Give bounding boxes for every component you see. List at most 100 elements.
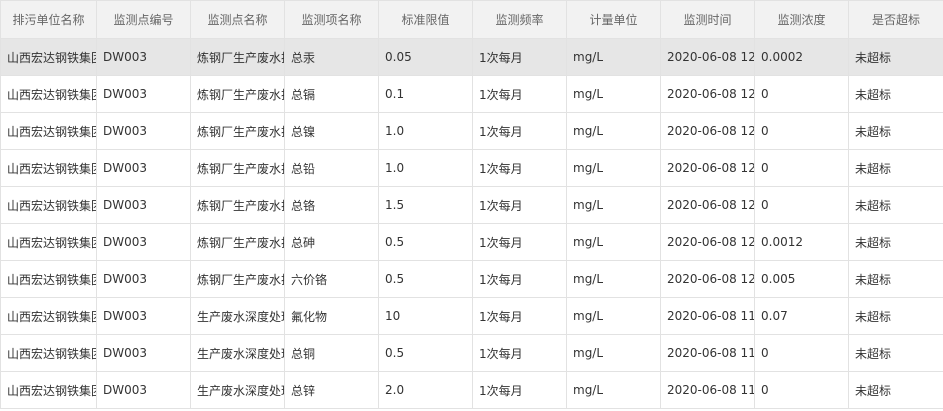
frequency-cell: 1次每月: [472, 260, 567, 298]
point-code-cell: DW003: [96, 75, 191, 113]
table-row[interactable]: 山西宏达钢铁集团 DW003 生产废水深度处理 总铜 0.5 1次每月 mg/L 2020-0…: [0, 334, 943, 372]
monitor-time-cell: 2020-06-08 12:00: [660, 260, 755, 298]
concentration-cell: 0: [754, 371, 849, 409]
point-code-cell: DW003: [96, 334, 191, 372]
monitor-time-cell: 2020-06-08 11:00: [660, 297, 755, 335]
item-name-cell: 总汞: [284, 38, 379, 76]
item-name-cell: 总铜: [284, 334, 379, 372]
col-header-item-name[interactable]: 监测项名称: [284, 0, 379, 39]
frequency-cell: 1次每月: [472, 334, 567, 372]
point-name-cell: 生产废水深度处理: [190, 297, 285, 335]
monitoring-data-table: 排污单位名称 监测点编号 监测点名称 监测项名称 标准限值 监测频率 计量单位 …: [0, 0, 943, 409]
item-name-cell: 总铬: [284, 186, 379, 224]
company-cell: 山西宏达钢铁集团: [0, 297, 97, 335]
concentration-cell: 0: [754, 75, 849, 113]
point-name-cell: 炼钢厂生产废水排: [190, 112, 285, 150]
frequency-cell: 1次每月: [472, 75, 567, 113]
monitor-time-cell: 2020-06-08 12:00: [660, 149, 755, 187]
point-code-cell: DW003: [96, 297, 191, 335]
exceeded-cell: 未超标: [848, 75, 943, 113]
company-cell: 山西宏达钢铁集团: [0, 186, 97, 224]
company-cell: 山西宏达钢铁集团: [0, 260, 97, 298]
exceeded-cell: 未超标: [848, 149, 943, 187]
exceeded-cell: 未超标: [848, 186, 943, 224]
col-header-company[interactable]: 排污单位名称: [0, 0, 97, 39]
unit-cell: mg/L: [566, 75, 661, 113]
point-name-cell: 炼钢厂生产废水排: [190, 223, 285, 261]
col-header-point-name[interactable]: 监测点名称: [190, 0, 285, 39]
monitor-time-cell: 2020-06-08 12:00: [660, 186, 755, 224]
table-body: 山西宏达钢铁集团 DW003 炼钢厂生产废水排 总汞 0.05 1次每月 mg/L 2020-…: [0, 38, 943, 409]
point-name-cell: 炼钢厂生产废水排: [190, 260, 285, 298]
table-row[interactable]: 山西宏达钢铁集团 DW003 炼钢厂生产废水排 总铬 1.5 1次每月 mg/L 2020-0…: [0, 186, 943, 224]
table-row[interactable]: 山西宏达钢铁集团 DW003 炼钢厂生产废水排 总汞 0.05 1次每月 mg/L 2020-…: [0, 38, 943, 76]
concentration-cell: 0.0002: [754, 38, 849, 76]
exceeded-cell: 未超标: [848, 223, 943, 261]
concentration-cell: 0.0012: [754, 223, 849, 261]
col-header-standard-limit[interactable]: 标准限值: [378, 0, 473, 39]
table-row[interactable]: 山西宏达钢铁集团 DW003 生产废水深度处理 氟化物 10 1次每月 mg/L 2020-0…: [0, 297, 943, 335]
item-name-cell: 总砷: [284, 223, 379, 261]
standard-limit-cell: 0.5: [378, 260, 473, 298]
company-cell: 山西宏达钢铁集团: [0, 371, 97, 409]
table-row[interactable]: 山西宏达钢铁集团 DW003 炼钢厂生产废水排 六价铬 0.5 1次每月 mg/L 2020-…: [0, 260, 943, 298]
point-code-cell: DW003: [96, 186, 191, 224]
exceeded-cell: 未超标: [848, 334, 943, 372]
item-name-cell: 总镍: [284, 112, 379, 150]
point-name-cell: 生产废水深度处理: [190, 334, 285, 372]
concentration-cell: 0: [754, 149, 849, 187]
company-cell: 山西宏达钢铁集团: [0, 149, 97, 187]
col-header-monitor-time[interactable]: 监测时间: [660, 0, 755, 39]
table-row[interactable]: 山西宏达钢铁集团 DW003 生产废水深度处理 总锌 2.0 1次每月 mg/L 2020-0…: [0, 371, 943, 409]
point-name-cell: 炼钢厂生产废水排: [190, 186, 285, 224]
header-row: 排污单位名称 监测点编号 监测点名称 监测项名称 标准限值 监测频率 计量单位 …: [0, 0, 943, 39]
exceeded-cell: 未超标: [848, 112, 943, 150]
item-name-cell: 总锌: [284, 371, 379, 409]
concentration-cell: 0.005: [754, 260, 849, 298]
standard-limit-cell: 10: [378, 297, 473, 335]
table-header: 排污单位名称 监测点编号 监测点名称 监测项名称 标准限值 监测频率 计量单位 …: [0, 0, 943, 39]
col-header-point-code[interactable]: 监测点编号: [96, 0, 191, 39]
standard-limit-cell: 1.0: [378, 112, 473, 150]
col-header-concentration[interactable]: 监测浓度: [754, 0, 849, 39]
exceeded-cell: 未超标: [848, 371, 943, 409]
table-row[interactable]: 山西宏达钢铁集团 DW003 炼钢厂生产废水排 总铅 1.0 1次每月 mg/L 2020-0…: [0, 149, 943, 187]
standard-limit-cell: 1.5: [378, 186, 473, 224]
col-header-unit[interactable]: 计量单位: [566, 0, 661, 39]
company-cell: 山西宏达钢铁集团: [0, 112, 97, 150]
unit-cell: mg/L: [566, 186, 661, 224]
monitor-time-cell: 2020-06-08 12:00: [660, 75, 755, 113]
table-row[interactable]: 山西宏达钢铁集团 DW003 炼钢厂生产废水排 总镉 0.1 1次每月 mg/L 2020-0…: [0, 75, 943, 113]
company-cell: 山西宏达钢铁集团: [0, 334, 97, 372]
monitor-time-cell: 2020-06-08 11:00: [660, 334, 755, 372]
concentration-cell: 0: [754, 186, 849, 224]
item-name-cell: 氟化物: [284, 297, 379, 335]
company-cell: 山西宏达钢铁集团: [0, 38, 97, 76]
point-name-cell: 炼钢厂生产废水排: [190, 149, 285, 187]
concentration-cell: 0.07: [754, 297, 849, 335]
frequency-cell: 1次每月: [472, 297, 567, 335]
unit-cell: mg/L: [566, 38, 661, 76]
monitor-time-cell: 2020-06-08 12:00: [660, 38, 755, 76]
unit-cell: mg/L: [566, 112, 661, 150]
point-code-cell: DW003: [96, 149, 191, 187]
frequency-cell: 1次每月: [472, 186, 567, 224]
point-code-cell: DW003: [96, 260, 191, 298]
monitor-time-cell: 2020-06-08 12:00: [660, 112, 755, 150]
unit-cell: mg/L: [566, 260, 661, 298]
table-row[interactable]: 山西宏达钢铁集团 DW003 炼钢厂生产废水排 总砷 0.5 1次每月 mg/L 2020-0…: [0, 223, 943, 261]
exceeded-cell: 未超标: [848, 260, 943, 298]
point-name-cell: 炼钢厂生产废水排: [190, 75, 285, 113]
col-header-frequency[interactable]: 监测频率: [472, 0, 567, 39]
table-row[interactable]: 山西宏达钢铁集团 DW003 炼钢厂生产废水排 总镍 1.0 1次每月 mg/L 2020-0…: [0, 112, 943, 150]
concentration-cell: 0: [754, 334, 849, 372]
col-header-exceeded[interactable]: 是否超标: [848, 0, 943, 39]
frequency-cell: 1次每月: [472, 371, 567, 409]
frequency-cell: 1次每月: [472, 112, 567, 150]
standard-limit-cell: 1.0: [378, 149, 473, 187]
item-name-cell: 总铅: [284, 149, 379, 187]
standard-limit-cell: 0.5: [378, 223, 473, 261]
company-cell: 山西宏达钢铁集团: [0, 75, 97, 113]
standard-limit-cell: 0.5: [378, 334, 473, 372]
point-code-cell: DW003: [96, 38, 191, 76]
